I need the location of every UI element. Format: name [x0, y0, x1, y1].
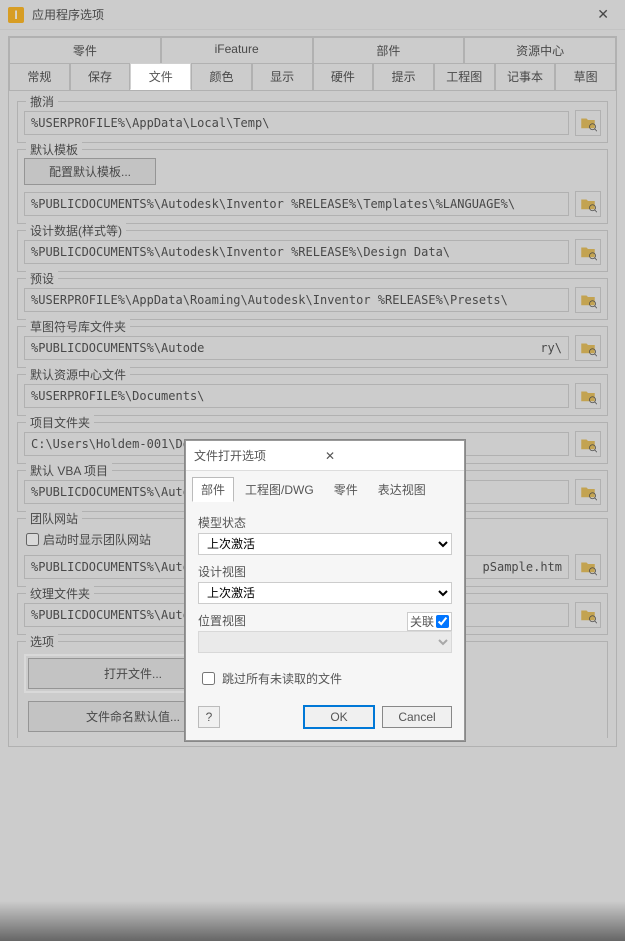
modal-button-row: ? OK Cancel	[186, 696, 464, 740]
app-icon: I	[8, 7, 24, 23]
label-texture: 纹理文件夹	[26, 585, 94, 602]
undo-path[interactable]: %USERPROFILE%\AppData\Local\Temp\	[24, 111, 569, 135]
browse-team[interactable]	[575, 554, 601, 580]
bottom-fade	[0, 901, 625, 941]
skip-unread-label: 跳过所有未读取的文件	[222, 670, 342, 687]
modal-title: 文件打开选项	[194, 447, 321, 464]
tab-notepad[interactable]: 记事本	[495, 63, 556, 90]
label-design-data: 设计数据(样式等)	[26, 222, 126, 239]
browse-vba[interactable]	[575, 479, 601, 505]
browse-undo[interactable]	[575, 110, 601, 136]
tab-sketch[interactable]: 草图	[555, 63, 616, 90]
tab-file[interactable]: 文件	[130, 63, 191, 90]
window-title: 应用程序选项	[32, 6, 589, 23]
tab-hardware[interactable]: 硬件	[313, 63, 374, 90]
position-view-select	[198, 631, 452, 653]
template-path[interactable]: %PUBLICDOCUMENTS%\Autodesk\Inventor %REL…	[24, 192, 569, 216]
label-undo: 撤消	[26, 93, 58, 110]
browse-symbol[interactable]	[575, 335, 601, 361]
model-state-select[interactable]: 上次激活	[198, 533, 452, 555]
group-symbol-lib: 草图符号库文件夹 %PUBLICDOCUMENTS%\Autodery\	[17, 326, 608, 368]
modal-close-icon[interactable]: ✕	[321, 449, 456, 463]
modal-tab-strip: 部件 工程图/DWG 零件 表达视图	[186, 471, 464, 502]
browse-texture[interactable]	[575, 602, 601, 628]
label-template: 默认模板	[26, 141, 82, 158]
label-preset: 预设	[26, 270, 58, 287]
mtab-presentation[interactable]: 表达视图	[369, 477, 435, 502]
group-preset: 预设 %USERPROFILE%\AppData\Roaming\Autodes…	[17, 278, 608, 320]
browse-project[interactable]	[575, 431, 601, 457]
team-startup-checkbox[interactable]	[26, 533, 39, 546]
browse-content[interactable]	[575, 383, 601, 409]
symbol-path[interactable]: %PUBLICDOCUMENTS%\Autodery\	[24, 336, 569, 360]
group-content-center: 默认资源中心文件 %USERPROFILE%\Documents\	[17, 374, 608, 416]
browse-design[interactable]	[575, 239, 601, 265]
design-view-label: 设计视图	[198, 563, 452, 580]
tab-prompt[interactable]: 提示	[373, 63, 434, 90]
modal-titlebar: 文件打开选项 ✕	[186, 441, 464, 471]
file-open-options-dialog: 文件打开选项 ✕ 部件 工程图/DWG 零件 表达视图 模型状态 上次激活 设计…	[185, 440, 465, 741]
assoc-checkbox[interactable]	[436, 615, 449, 628]
tab-general[interactable]: 常规	[9, 63, 70, 90]
label-team: 团队网站	[26, 510, 82, 527]
label-symbol: 草图符号库文件夹	[26, 318, 130, 335]
browse-template[interactable]	[575, 191, 601, 217]
skip-unread-checkbox[interactable]	[202, 672, 215, 685]
team-startup-label: 启动时显示团队网站	[43, 531, 151, 548]
close-icon[interactable]: ✕	[589, 2, 617, 27]
tab-ifeature[interactable]: iFeature	[161, 37, 313, 63]
browse-preset[interactable]	[575, 287, 601, 313]
mtab-part[interactable]: 零件	[325, 477, 367, 502]
assoc-toggle[interactable]: 关联	[407, 612, 452, 631]
design-view-select[interactable]: 上次激活	[198, 582, 452, 604]
label-vba: 默认 VBA 项目	[26, 462, 112, 479]
tab-assembly[interactable]: 部件	[313, 37, 465, 63]
label-content: 默认资源中心文件	[26, 366, 130, 383]
design-path[interactable]: %PUBLICDOCUMENTS%\Autodesk\Inventor %REL…	[24, 240, 569, 264]
tab-display[interactable]: 显示	[252, 63, 313, 90]
group-template: 默认模板 配置默认模板... %PUBLICDOCUMENTS%\Autodes…	[17, 149, 608, 224]
tab-drawing[interactable]: 工程图	[434, 63, 495, 90]
tab-part[interactable]: 零件	[9, 37, 161, 63]
tab-strip: 零件 iFeature 部件 资源中心 常规 保存 文件 颜色 显示 硬件 提示…	[9, 37, 616, 90]
mtab-assembly[interactable]: 部件	[192, 477, 234, 502]
preset-path[interactable]: %USERPROFILE%\AppData\Roaming\Autodesk\I…	[24, 288, 569, 312]
help-icon[interactable]: ?	[198, 706, 220, 728]
cancel-button[interactable]: Cancel	[382, 706, 452, 728]
tab-save[interactable]: 保存	[70, 63, 131, 90]
label-options: 选项	[26, 633, 58, 650]
label-project: 项目文件夹	[26, 414, 94, 431]
modal-body: 模型状态 上次激活 设计视图 上次激活 位置视图 关联 跳过所有未读取的文件	[186, 502, 464, 696]
ok-button[interactable]: OK	[304, 706, 374, 728]
tab-content-center[interactable]: 资源中心	[464, 37, 616, 63]
mtab-drawing[interactable]: 工程图/DWG	[236, 477, 323, 502]
group-design-data: 设计数据(样式等) %PUBLICDOCUMENTS%\Autodesk\Inv…	[17, 230, 608, 272]
group-undo: 撤消 %USERPROFILE%\AppData\Local\Temp\	[17, 101, 608, 143]
content-path[interactable]: %USERPROFILE%\Documents\	[24, 384, 569, 408]
tab-color[interactable]: 颜色	[191, 63, 252, 90]
model-state-label: 模型状态	[198, 514, 452, 531]
config-template-button[interactable]: 配置默认模板...	[24, 158, 156, 185]
titlebar: I 应用程序选项 ✕	[0, 0, 625, 30]
position-view-label: 位置视图 关联	[198, 612, 452, 629]
